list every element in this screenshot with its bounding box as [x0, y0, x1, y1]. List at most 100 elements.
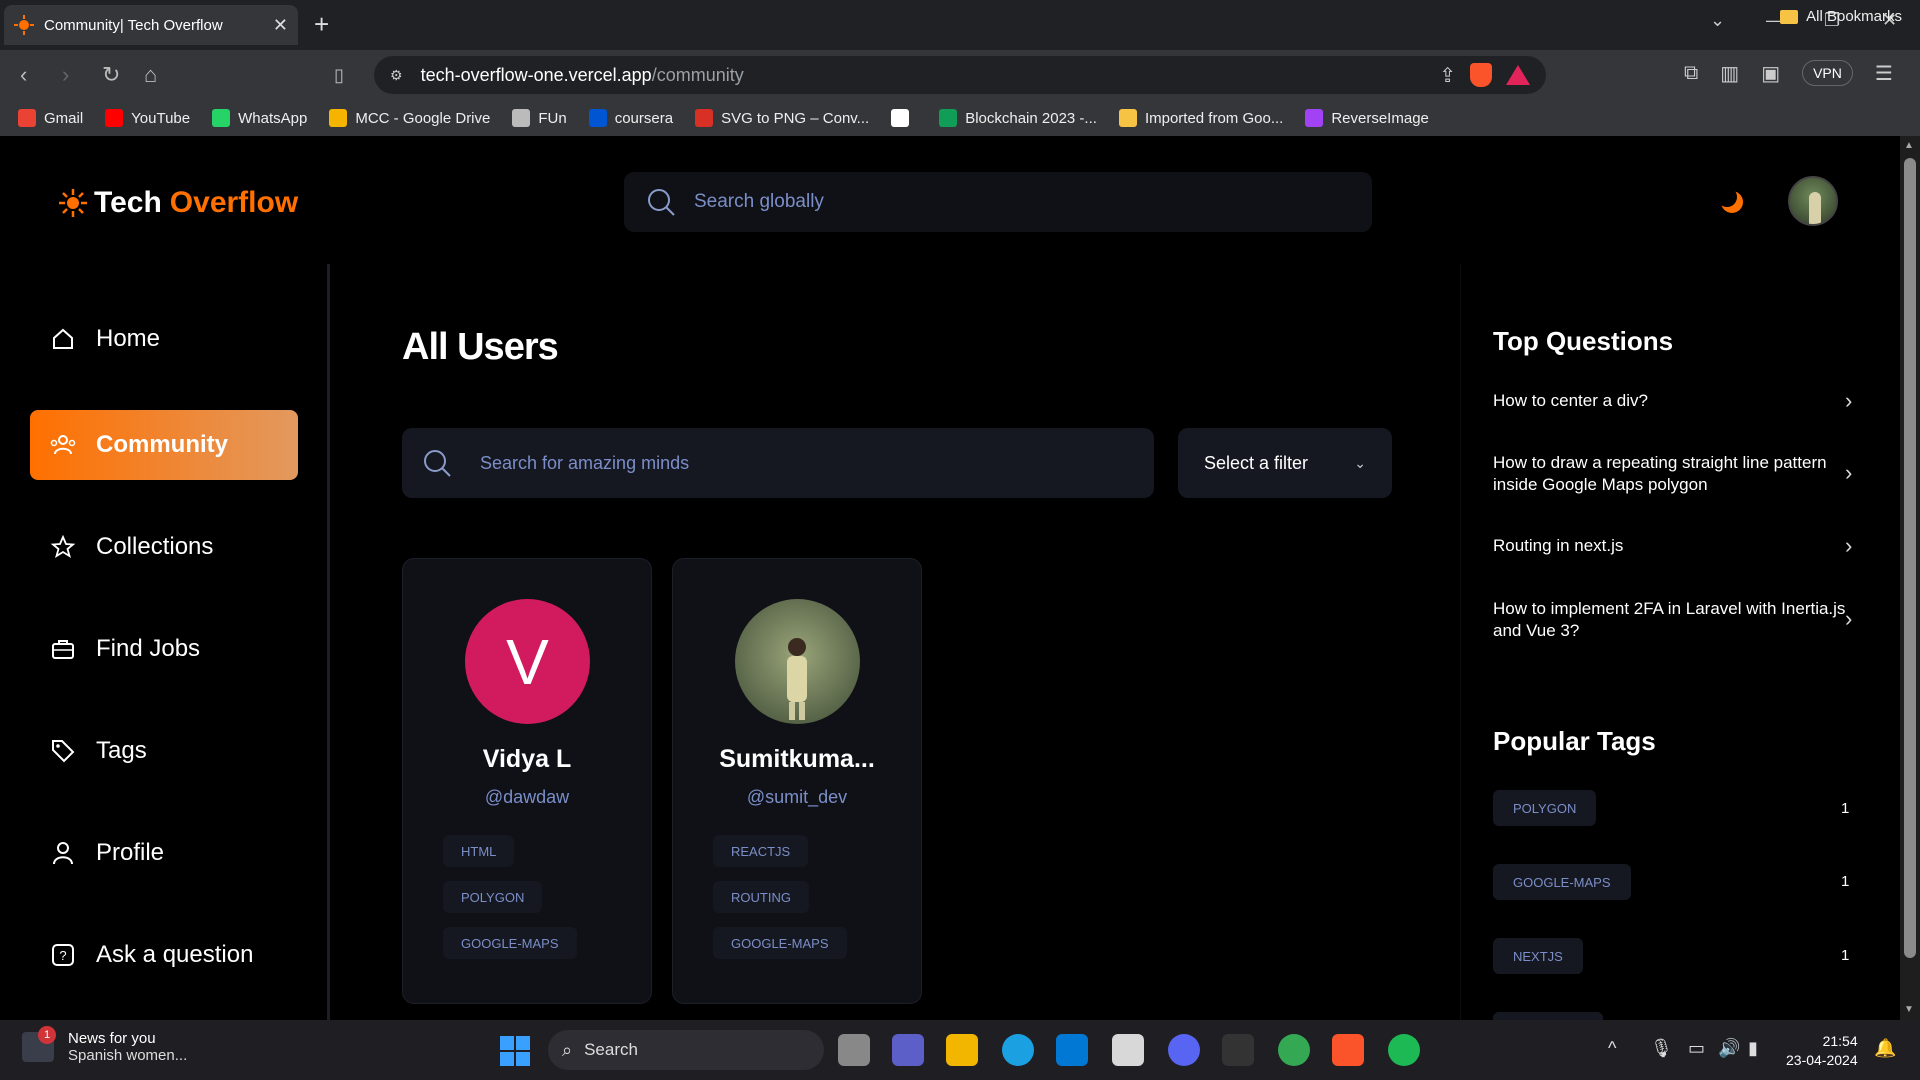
bookmark-item[interactable]: [891, 109, 917, 127]
discord-icon[interactable]: [1168, 1034, 1200, 1066]
notification-bell-icon[interactable]: 🔔: [1874, 1038, 1896, 1059]
spotify-icon[interactable]: [1388, 1034, 1420, 1066]
bookmark-item[interactable]: YouTube: [105, 109, 190, 127]
popular-tag[interactable]: [1493, 1012, 1603, 1020]
brave-icon[interactable]: [1332, 1034, 1364, 1066]
wallet-icon[interactable]: ▣: [1761, 61, 1780, 86]
extensions-icon[interactable]: ⧉: [1684, 62, 1698, 85]
top-question-link[interactable]: How to implement 2FA in Laravel with Ine…: [1493, 598, 1853, 642]
scrollbar-thumb[interactable]: [1904, 158, 1916, 958]
top-question-link[interactable]: How to center a div?: [1493, 390, 1853, 412]
bookmark-item[interactable]: ReverseImage: [1305, 109, 1429, 127]
edge-icon[interactable]: [1002, 1034, 1034, 1066]
top-question-link[interactable]: Routing in next.js: [1493, 535, 1853, 557]
sidebar-item-profile[interactable]: Profile: [30, 818, 298, 888]
user-tag[interactable]: REACTJS: [713, 835, 809, 867]
volume-icon[interactable]: 🔊: [1718, 1038, 1740, 1059]
terminal-icon[interactable]: [1222, 1034, 1254, 1066]
scroll-down-icon[interactable]: ▼: [1904, 1004, 1914, 1015]
news-widget[interactable]: 1 News for you Spanish women...: [22, 1026, 187, 1064]
user-search[interactable]: Search for amazing minds: [402, 428, 1154, 498]
bookmark-item[interactable]: SVG to PNG – Conv...: [695, 109, 869, 127]
sidebar-item-ask-question[interactable]: ? Ask a question: [30, 920, 298, 990]
bookmark-item[interactable]: coursera: [588, 109, 674, 127]
reload-icon[interactable]: ↻: [102, 62, 120, 88]
forward-arrow-icon[interactable]: ›: [62, 62, 69, 88]
user-tag[interactable]: HTML: [443, 835, 515, 867]
bookmark-item[interactable]: Imported from Goo...: [1118, 109, 1283, 127]
popular-tag[interactable]: NEXTJS: [1493, 938, 1583, 974]
user-avatar[interactable]: [1788, 176, 1838, 226]
chevron-right-icon[interactable]: ›: [1845, 533, 1852, 559]
user-card[interactable]: V Vidya L @dawdaw HTML POLYGON GOOGLE-MA…: [402, 558, 652, 1004]
windows-start-icon[interactable]: [500, 1036, 530, 1066]
file-explorer-icon[interactable]: [946, 1034, 978, 1066]
user-tag[interactable]: POLYGON: [443, 881, 543, 913]
back-arrow-icon[interactable]: ‹: [20, 62, 27, 88]
bookmark-icon[interactable]: ▯: [334, 62, 344, 88]
bookmark-label: ReverseImage: [1331, 109, 1429, 127]
user-tag[interactable]: ROUTING: [713, 881, 809, 913]
sidebar-item-community[interactable]: Community: [30, 410, 298, 480]
task-view-icon[interactable]: [838, 1034, 870, 1066]
tab-search-chevron-icon[interactable]: ⌄: [1710, 10, 1725, 31]
home-icon: [53, 328, 73, 349]
tray-chevron-up-icon[interactable]: ^: [1608, 1038, 1616, 1059]
new-tab-button[interactable]: +: [314, 10, 329, 38]
sidebar-item-tags[interactable]: Tags: [30, 716, 298, 786]
bookmark-label: SVG to PNG – Conv...: [721, 109, 870, 127]
filter-select[interactable]: Select a filter ⌄: [1178, 428, 1392, 498]
microphone-icon[interactable]: 🎙: [1650, 1038, 1673, 1059]
sidebar-item-find-jobs[interactable]: Find Jobs: [30, 614, 298, 684]
user-tag[interactable]: GOOGLE-MAPS: [443, 927, 577, 959]
chevron-right-icon[interactable]: ›: [1845, 388, 1852, 414]
news-icon: 1: [22, 1026, 56, 1062]
ms-store-icon[interactable]: [1112, 1034, 1144, 1066]
chevron-right-icon[interactable]: ›: [1845, 606, 1852, 632]
menu-icon[interactable]: ☰: [1875, 61, 1893, 86]
bookmark-item[interactable]: Gmail: [18, 109, 83, 127]
sidebar-item-collections[interactable]: Collections: [30, 512, 298, 582]
bookmark-item[interactable]: FUn: [512, 109, 567, 127]
chevron-right-icon[interactable]: ›: [1845, 460, 1852, 486]
bookmark-item[interactable]: WhatsApp: [212, 109, 307, 127]
bookmark-favicon-icon: [18, 109, 36, 127]
user-tag[interactable]: GOOGLE-MAPS: [713, 927, 847, 959]
site-info-icon[interactable]: ⚙: [390, 67, 403, 84]
brave-shield-icon[interactable]: [1470, 63, 1492, 87]
bookmark-item[interactable]: Blockchain 2023 -...: [939, 109, 1097, 127]
scroll-up-icon[interactable]: ▲: [1904, 140, 1914, 151]
bookmark-favicon-icon: [1118, 109, 1137, 127]
theme-toggle-moon-icon[interactable]: [1718, 188, 1746, 216]
bookmark-item[interactable]: MCC - Google Drive: [329, 109, 490, 127]
brave-rewards-icon[interactable]: [1506, 65, 1530, 85]
system-clock[interactable]: 21:54 23-04-2024: [1786, 1032, 1858, 1070]
chrome-icon[interactable]: [1278, 1034, 1310, 1066]
teams-icon[interactable]: [892, 1034, 924, 1066]
home-browser-icon[interactable]: ⌂: [144, 62, 157, 88]
svg-text:?: ?: [59, 948, 66, 963]
battery-icon[interactable]: ▮: [1748, 1038, 1758, 1059]
all-bookmarks[interactable]: All Bookmarks: [1780, 8, 1902, 25]
user-search-input[interactable]: Search for amazing minds: [480, 453, 689, 474]
taskbar-search[interactable]: ⌕ Search: [548, 1030, 824, 1070]
user-card[interactable]: Sumitkuma... @sumit_dev REACTJS ROUTING …: [672, 558, 922, 1004]
global-search[interactable]: Search globally: [624, 172, 1372, 232]
global-search-input[interactable]: Search globally: [694, 191, 824, 213]
share-icon[interactable]: ⇪: [1439, 63, 1456, 88]
vscode-icon[interactable]: [1056, 1034, 1088, 1066]
tab-close-icon[interactable]: ✕: [273, 15, 288, 36]
bookmark-label: coursera: [614, 109, 674, 127]
address-bar[interactable]: ⚙ tech-overflow-one.vercel.app /communit…: [374, 56, 1546, 94]
site-logo[interactable]: Tech Overflow: [58, 186, 298, 220]
popular-tag[interactable]: GOOGLE-MAPS: [1493, 864, 1631, 900]
popular-tag[interactable]: POLYGON: [1493, 790, 1597, 826]
page-scrollbar[interactable]: ▲ ▼: [1900, 136, 1920, 1020]
sidebar-toggle-icon[interactable]: ▥: [1720, 61, 1739, 86]
top-question-link[interactable]: How to draw a repeating straight line pa…: [1493, 452, 1853, 496]
taskbar-search-label: Search: [584, 1040, 638, 1059]
network-icon[interactable]: ▭: [1688, 1038, 1705, 1059]
vpn-button[interactable]: VPN: [1802, 60, 1853, 86]
sidebar-item-home[interactable]: Home: [30, 304, 298, 374]
browser-tab[interactable]: Community| Tech Overflow ✕: [4, 5, 298, 45]
